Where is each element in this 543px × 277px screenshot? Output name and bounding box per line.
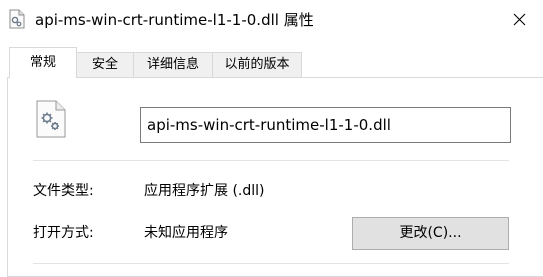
title-bar: api-ms-win-crt-runtime-l1-1-0.dll 属性 [0, 0, 543, 40]
tab-security[interactable]: 安全 [76, 52, 134, 77]
filename-field[interactable]: api-ms-win-crt-runtime-l1-1-0.dll [140, 107, 511, 143]
dll-file-icon [7, 9, 27, 29]
opens-with-value: 未知应用程序 [144, 225, 228, 241]
close-icon [513, 13, 526, 26]
file-type-label: 文件类型: [33, 183, 94, 199]
close-button[interactable] [496, 0, 543, 40]
change-button[interactable]: 更改(C)... [352, 217, 509, 250]
tab-general[interactable]: 常规 [9, 47, 77, 78]
opens-with-label: 打开方式: [33, 225, 94, 241]
file-type-value: 应用程序扩展 (.dll) [144, 183, 265, 199]
divider [33, 160, 509, 161]
window-title: api-ms-win-crt-runtime-l1-1-0.dll 属性 [35, 11, 314, 29]
divider [33, 263, 509, 264]
dll-file-gear-icon [36, 100, 66, 138]
tab-previous-versions[interactable]: 以前的版本 [212, 52, 302, 77]
tab-details[interactable]: 详细信息 [133, 52, 213, 77]
